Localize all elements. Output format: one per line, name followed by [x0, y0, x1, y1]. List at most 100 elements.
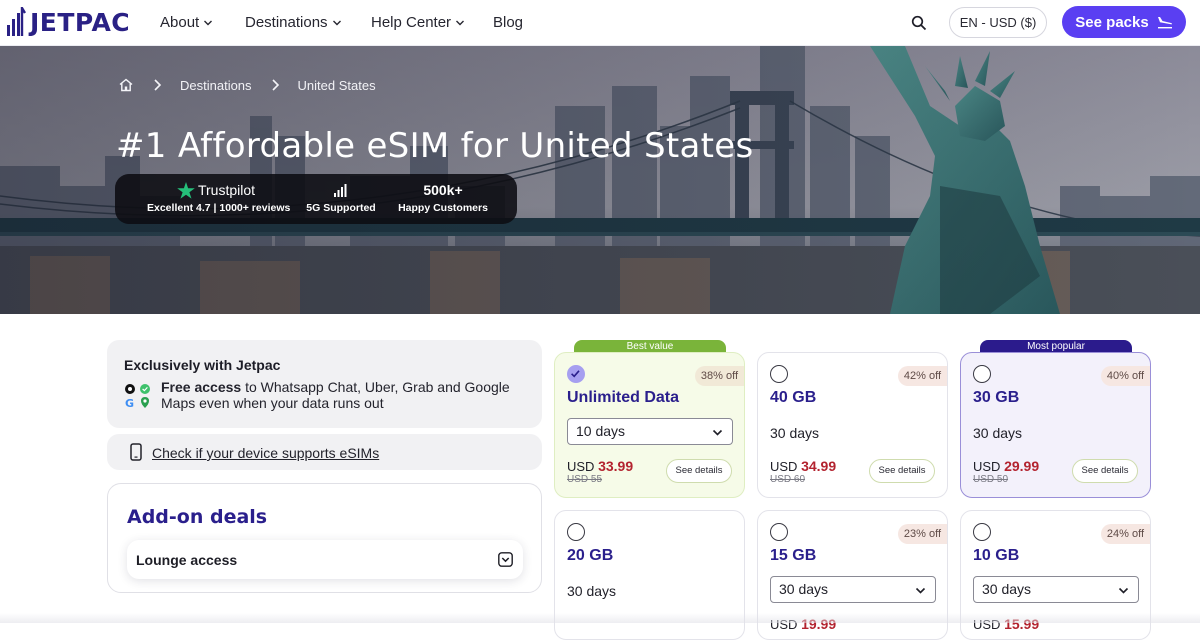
see-details-button[interactable]: See details: [1072, 459, 1138, 483]
see-packs-button[interactable]: See packs: [1062, 6, 1186, 38]
pack-title: 20 GB: [567, 547, 614, 564]
discount-badge: 24% off: [1100, 524, 1150, 544]
chevron-down-icon: [456, 20, 465, 25]
partner-apps-icon: G: [125, 384, 150, 409]
chevron-down-square-icon[interactable]: [498, 552, 513, 567]
nav-help-center[interactable]: Help Center: [371, 14, 465, 31]
discount-badge: 38% off: [694, 366, 744, 386]
addon-lounge-label: Lounge access: [136, 552, 238, 568]
check-icon: [571, 370, 580, 378]
pack-price: USD 29.99: [973, 458, 1039, 474]
price-amount: 34.99: [801, 458, 837, 474]
pack-price: USD 34.99: [770, 458, 836, 474]
hero-stats-bar: Trustpilot Excellent 4.7 | 1000+ reviews…: [115, 174, 517, 224]
chevron-down-icon: [332, 20, 341, 25]
nav-destinations-label: Destinations: [245, 14, 328, 31]
exclusive-bold: Free access: [161, 379, 242, 395]
pack-title: Unlimited Data: [567, 389, 680, 406]
phone-icon: [130, 443, 142, 461]
old-price: USD 55: [567, 474, 603, 485]
svg-text:G: G: [125, 397, 134, 409]
old-price: USD 60: [770, 474, 806, 485]
search-icon: [911, 15, 927, 31]
stat-customers-label: Happy Customers: [398, 202, 488, 214]
pack-radio[interactable]: [973, 365, 991, 383]
pack-title: 40 GB: [770, 389, 817, 406]
stat-trustpilot[interactable]: Trustpilot Excellent 4.7 | 1000+ reviews: [147, 180, 291, 214]
stat-trustpilot-rating: Excellent 4.7 | 1000+ reviews: [147, 202, 291, 214]
exclusive-title: Exclusively with Jetpac: [124, 357, 281, 373]
discount-badge: 40% off: [1100, 366, 1150, 386]
chevron-down-icon: [1118, 587, 1129, 594]
language-currency-button[interactable]: EN - USD ($): [949, 7, 1047, 38]
nav-about-label: About: [160, 14, 200, 31]
discount-badge: 23% off: [897, 524, 947, 544]
plane-landing-icon: [1157, 17, 1172, 29]
see-packs-label: See packs: [1075, 13, 1149, 31]
duration-select[interactable]: 30 days: [770, 576, 936, 603]
pack-duration: 30 days: [973, 425, 1023, 441]
nav-help-center-label: Help Center: [371, 14, 452, 31]
addon-lounge-access[interactable]: Lounge access: [127, 540, 523, 579]
breadcrumb-destinations[interactable]: Destinations: [180, 78, 252, 93]
page-fold-shadow: [0, 613, 1200, 623]
duration-value: 30 days: [779, 581, 829, 597]
see-details-button[interactable]: See details: [666, 459, 732, 483]
addon-title: Add-on deals: [127, 506, 268, 528]
device-check-label: Check if your device supports eSIMs: [152, 445, 380, 461]
duration-select[interactable]: 10 days: [567, 418, 733, 445]
duration-select[interactable]: 30 days: [973, 576, 1139, 603]
breadcrumb: Destinations United States: [118, 76, 376, 94]
stat-customers: 500k+ Happy Customers: [395, 180, 491, 214]
nav-blog[interactable]: Blog: [493, 14, 523, 31]
exclusive-offer-box: Exclusively with Jetpac G Free access to…: [107, 340, 542, 428]
price-amount: 33.99: [598, 458, 634, 474]
nav-blog-label: Blog: [493, 14, 524, 31]
hero-banner: Destinations United States #1 Affordable…: [0, 46, 1200, 314]
chevron-down-icon: [712, 429, 723, 436]
see-details-button[interactable]: See details: [869, 459, 935, 483]
pack-radio[interactable]: [567, 523, 585, 541]
discount-badge: 42% off: [897, 366, 947, 386]
addon-deals-panel: Add-on deals Lounge access: [107, 483, 542, 593]
home-icon[interactable]: [118, 77, 134, 93]
pack-radio[interactable]: [973, 523, 991, 541]
pack-card-unlimited[interactable]: 38% off Unlimited Data 10 days USD 33.99…: [554, 352, 745, 498]
pack-title: 10 GB: [973, 547, 1020, 564]
pack-duration: 30 days: [770, 425, 820, 441]
jetpac-logo[interactable]: JETPAC: [6, 6, 130, 38]
pack-card-40gb[interactable]: 42% off 40 GB 30 days USD 34.99 USD 60 S…: [757, 352, 948, 498]
pack-price: USD 33.99: [567, 458, 633, 474]
stat-5g: 5G Supported: [305, 180, 377, 214]
breadcrumb-current: United States: [297, 77, 376, 93]
pack-title: 30 GB: [973, 389, 1020, 406]
chevron-down-icon: [915, 587, 926, 594]
stat-trustpilot-label: Trustpilot: [197, 182, 256, 198]
price-currency: USD: [770, 459, 798, 474]
price-currency: USD: [973, 459, 1001, 474]
price-currency: USD: [567, 459, 595, 474]
pack-card-30gb[interactable]: 40% off 30 GB 30 days USD 29.99 USD 50 S…: [960, 352, 1151, 498]
signal-bars-icon: [333, 184, 346, 197]
pack-radio[interactable]: [567, 365, 585, 383]
logo-bars-icon: [7, 7, 26, 36]
duration-value: 10 days: [576, 423, 626, 439]
pack-duration: 30 days: [567, 583, 617, 599]
nav-about[interactable]: About: [160, 14, 213, 31]
top-nav: JETPAC About Destinations Help Center Bl…: [0, 0, 1200, 46]
stat-customers-count: 500k+: [423, 182, 463, 198]
page-title: #1 Affordable eSIM for United States: [116, 126, 754, 166]
pack-radio[interactable]: [770, 365, 788, 383]
pack-title: 15 GB: [770, 547, 817, 564]
price-amount: 29.99: [1004, 458, 1040, 474]
old-price: USD 50: [973, 474, 1009, 485]
trustpilot-star-icon: [177, 181, 195, 199]
exclusive-description: Free access to Whatsapp Chat, Uber, Grab…: [161, 379, 531, 411]
stat-5g-label: 5G Supported: [306, 202, 376, 214]
search-button[interactable]: [906, 10, 932, 36]
chevron-right-icon: [271, 79, 279, 91]
duration-value: 30 days: [982, 581, 1032, 597]
pack-radio[interactable]: [770, 523, 788, 541]
nav-destinations[interactable]: Destinations: [245, 14, 342, 31]
device-check-link[interactable]: Check if your device supports eSIMs: [107, 434, 542, 470]
